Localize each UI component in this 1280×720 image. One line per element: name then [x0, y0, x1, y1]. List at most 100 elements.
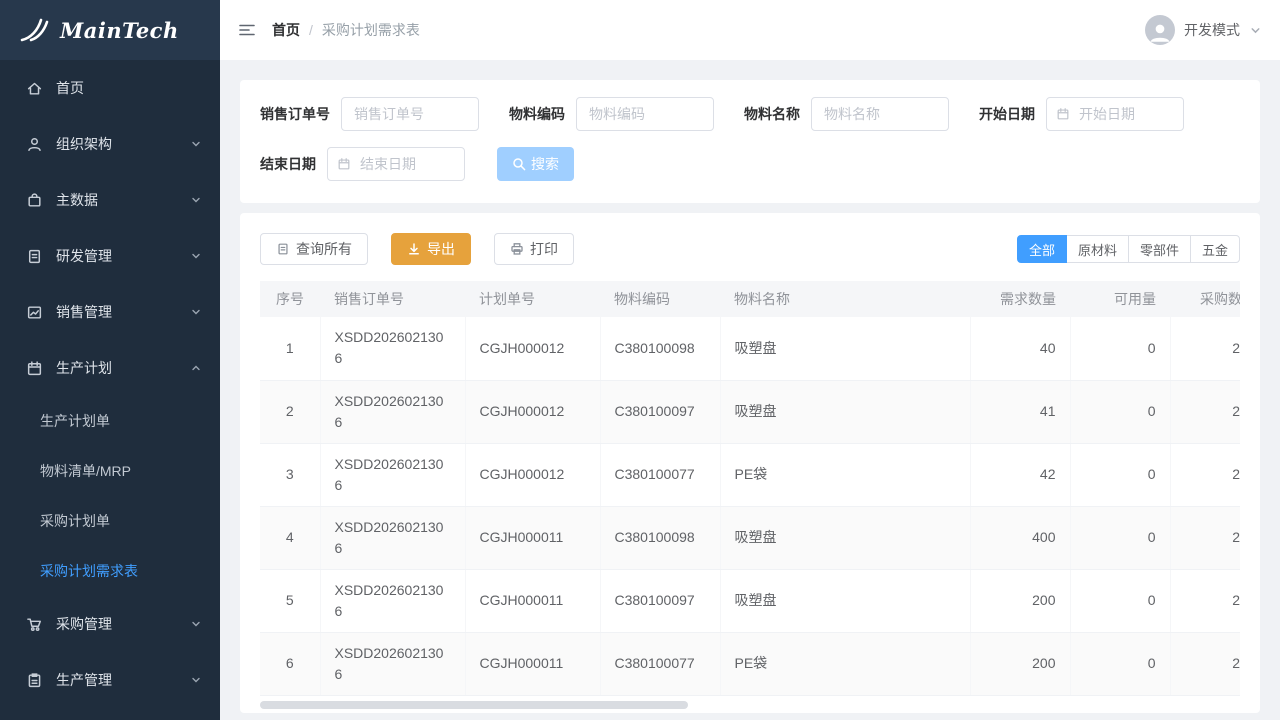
query-all-label: 查询所有	[296, 239, 352, 259]
field-material-code: 物料编码	[509, 97, 714, 131]
col-purchase-qty: 采购数量	[1170, 281, 1240, 317]
end-date-input[interactable]	[327, 147, 465, 181]
cell-purchase-qty: 2	[1170, 443, 1240, 506]
sidebar-subitem-bom-mrp[interactable]: 物料清单/MRP	[0, 446, 220, 496]
trend-chart-icon	[26, 303, 44, 321]
page-content: 销售订单号 物料编码 物料名称 开始日期	[220, 60, 1280, 720]
search-button[interactable]: 搜索	[497, 147, 574, 181]
tab-all[interactable]: 全部	[1017, 235, 1067, 263]
sidebar-item-home[interactable]: 首页	[0, 60, 220, 116]
sidebar-item-organization[interactable]: 组织架构	[0, 116, 220, 172]
chevron-down-icon	[190, 674, 202, 686]
chevron-down-icon	[1249, 24, 1262, 37]
table-row: 2 XSDD2026021306 CGJH000012 C380100097 吸…	[260, 380, 1240, 443]
download-icon	[407, 242, 421, 256]
sidebar-subitem-purchase-plan-demand[interactable]: 采购计划需求表	[0, 546, 220, 596]
cell-material-name: 吸塑盘	[720, 569, 970, 632]
cell-demand-qty: 41	[970, 380, 1070, 443]
sidebar-item-label: 研发管理	[56, 246, 190, 266]
cell-material-code: C380100098	[600, 317, 720, 380]
breadcrumb: 首页 / 采购计划需求表	[272, 20, 420, 40]
app-logo: MainTech	[0, 0, 220, 60]
cell-purchase-qty: 2	[1170, 632, 1240, 695]
print-label: 打印	[530, 239, 558, 259]
cell-seq: 6	[260, 632, 320, 695]
cell-sales-order: XSDD2026021306	[320, 506, 465, 569]
sidebar-item-label: 首页	[56, 78, 202, 98]
cell-sales-order: XSDD2026021306	[320, 632, 465, 695]
table-row: 3 XSDD2026021306 CGJH000012 C380100077 P…	[260, 443, 1240, 506]
cell-available-qty: 0	[1070, 380, 1170, 443]
sales-order-input[interactable]	[341, 97, 479, 131]
logo-text: MainTech	[60, 18, 179, 43]
cell-material-code: C380100098	[600, 506, 720, 569]
material-code-input[interactable]	[576, 97, 714, 131]
export-label: 导出	[427, 239, 455, 259]
table-row: 6 XSDD2026021306 CGJH000011 C380100077 P…	[260, 632, 1240, 695]
category-tabs: 全部 原材料 零部件 五金	[1017, 235, 1240, 263]
cell-plan-no: CGJH000011	[465, 569, 600, 632]
cell-available-qty: 0	[1070, 569, 1170, 632]
cell-plan-no: CGJH000012	[465, 443, 600, 506]
cell-available-qty: 0	[1070, 317, 1170, 380]
filter-panel: 销售订单号 物料编码 物料名称 开始日期	[240, 80, 1260, 203]
field-material-name: 物料名称	[744, 97, 949, 131]
chevron-down-icon	[190, 250, 202, 262]
submenu-production-planning: 生产计划单 物料清单/MRP 采购计划单 采购计划需求表	[0, 396, 220, 596]
cell-available-qty: 0	[1070, 632, 1170, 695]
sidebar-fold-icon[interactable]	[238, 21, 256, 39]
tab-raw-materials[interactable]: 原材料	[1066, 235, 1129, 263]
print-button[interactable]: 打印	[494, 233, 574, 265]
tab-parts[interactable]: 零部件	[1128, 235, 1191, 263]
sales-order-label: 销售订单号	[260, 104, 330, 124]
cell-purchase-qty: 2	[1170, 317, 1240, 380]
cell-sales-order: XSDD2026021306	[320, 380, 465, 443]
cell-material-name: 吸塑盘	[720, 380, 970, 443]
printer-icon	[510, 242, 524, 256]
horizontal-scrollbar[interactable]	[260, 701, 688, 709]
end-date-label: 结束日期	[260, 154, 316, 174]
sidebar-item-production-planning[interactable]: 生产计划	[0, 340, 220, 396]
cart-icon	[26, 615, 44, 633]
chevron-down-icon	[190, 194, 202, 206]
calendar-icon	[26, 359, 44, 377]
sidebar-item-sales-management[interactable]: 销售管理	[0, 284, 220, 340]
home-icon	[26, 79, 44, 97]
breadcrumb-current: 采购计划需求表	[322, 20, 420, 40]
user-menu[interactable]: 开发模式	[1145, 15, 1262, 45]
sidebar-item-master-data[interactable]: 主数据	[0, 172, 220, 228]
cell-seq: 2	[260, 380, 320, 443]
cell-plan-no: CGJH000012	[465, 380, 600, 443]
document-icon	[26, 247, 44, 265]
table-panel: 查询所有 导出 打印 全部 原材料 零部件 五金	[240, 213, 1260, 713]
field-sales-order: 销售订单号	[260, 97, 479, 131]
cell-demand-qty: 200	[970, 569, 1070, 632]
sidebar-item-production-management[interactable]: 生产管理	[0, 652, 220, 708]
cell-plan-no: CGJH000012	[465, 317, 600, 380]
cell-plan-no: CGJH000011	[465, 632, 600, 695]
col-available-qty: 可用量	[1070, 281, 1170, 317]
cell-material-code: C380100097	[600, 380, 720, 443]
sidebar-item-rd-management[interactable]: 研发管理	[0, 228, 220, 284]
export-button[interactable]: 导出	[391, 233, 471, 265]
material-name-input[interactable]	[811, 97, 949, 131]
cell-seq: 5	[260, 569, 320, 632]
breadcrumb-home-link[interactable]: 首页	[272, 20, 300, 40]
sidebar-subitem-purchase-plan[interactable]: 采购计划单	[0, 496, 220, 546]
table-header-row: 序号 销售订单号 计划单号 物料编码 物料名称 需求数量 可用量 采购数量	[260, 281, 1240, 317]
sidebar-item-label: 销售管理	[56, 302, 190, 322]
sidebar-menu: 首页 组织架构 主数据 研发管理	[0, 60, 220, 708]
tab-hardware[interactable]: 五金	[1190, 235, 1240, 263]
sidebar: MainTech 首页 组织架构 主数据	[0, 0, 220, 720]
chevron-down-icon	[190, 618, 202, 630]
cell-demand-qty: 42	[970, 443, 1070, 506]
query-all-button[interactable]: 查询所有	[260, 233, 368, 265]
col-seq: 序号	[260, 281, 320, 317]
sidebar-item-procurement-management[interactable]: 采购管理	[0, 596, 220, 652]
start-date-label: 开始日期	[979, 104, 1035, 124]
cell-demand-qty: 40	[970, 317, 1070, 380]
dev-mode-label: 开发模式	[1184, 20, 1240, 40]
cell-demand-qty: 400	[970, 506, 1070, 569]
sidebar-subitem-production-plan[interactable]: 生产计划单	[0, 396, 220, 446]
start-date-input[interactable]	[1046, 97, 1184, 131]
